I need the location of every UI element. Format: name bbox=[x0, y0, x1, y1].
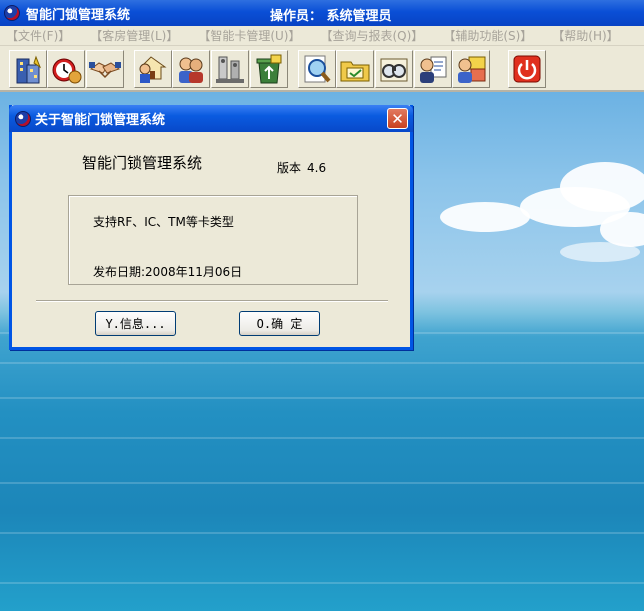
info-group-box: 支持RF、IC、TM等卡类型 发布日期:2008年11月06日 bbox=[68, 195, 358, 285]
close-icon: ✕ bbox=[391, 109, 404, 128]
keys-icon bbox=[216, 56, 244, 83]
toolbar-button-card-folder[interactable] bbox=[336, 50, 374, 88]
about-dialog-title-bar[interactable]: 关于智能门锁管理系统 ✕ bbox=[9, 105, 413, 132]
sea-wave bbox=[0, 362, 644, 364]
toolbar-button-keys[interactable] bbox=[211, 50, 249, 88]
sea-wave bbox=[0, 437, 644, 439]
menu-help[interactable]: 【帮助(H)】 bbox=[552, 27, 618, 44]
toolbar-button-recycle[interactable] bbox=[250, 50, 288, 88]
toolbar-button-user-report[interactable] bbox=[414, 50, 452, 88]
version-label: 版本 bbox=[277, 161, 302, 175]
main-title-bar: 智能门锁管理系统 操作员： 系统管理员 bbox=[0, 0, 644, 26]
alarm-clock-icon bbox=[52, 58, 82, 84]
close-button[interactable]: ✕ bbox=[387, 108, 408, 129]
handshake-icon bbox=[89, 62, 121, 79]
menu-card-management[interactable]: 【智能卡管理(U)】 bbox=[198, 27, 300, 44]
toolbar bbox=[0, 46, 644, 92]
app-name: 智能门锁管理系统 bbox=[82, 154, 203, 172]
search-magnifier-icon bbox=[304, 55, 331, 83]
toolbar-button-exit[interactable] bbox=[508, 50, 546, 88]
app-logo-icon bbox=[4, 5, 20, 21]
menu-room-management[interactable]: 【客房管理(L)】 bbox=[90, 27, 178, 44]
toolbar-button-user-card[interactable] bbox=[452, 50, 490, 88]
about-dialog-title: 关于智能门锁管理系统 bbox=[35, 113, 166, 128]
operator-label: 操作员： 系统管理员 bbox=[270, 9, 392, 24]
two-users-icon bbox=[179, 57, 203, 83]
card-folder-icon bbox=[340, 61, 370, 82]
sea-wave bbox=[0, 532, 644, 534]
main-window-title: 智能门锁管理系统 bbox=[26, 7, 131, 23]
cloud bbox=[440, 202, 530, 232]
recycle-icon bbox=[256, 54, 282, 84]
cloud bbox=[560, 242, 640, 262]
app-logo-icon bbox=[15, 110, 31, 127]
power-exit-icon bbox=[513, 55, 541, 83]
about-dialog: 关于智能门锁管理系统 ✕ 智能门锁管理系统 版本 4.6 支持RF、IC、TM等卡… bbox=[9, 105, 413, 350]
menu-file[interactable]: 【文件(F)】 bbox=[6, 27, 70, 44]
version-info: 版本 4.6 bbox=[277, 159, 326, 176]
release-date-text: 发布日期:2008年11月06日 bbox=[93, 265, 243, 279]
sea-wave bbox=[0, 482, 644, 484]
binoculars-icon bbox=[380, 58, 408, 82]
menu-query-reports[interactable]: 【查询与报表(Q)】 bbox=[321, 27, 424, 44]
toolbar-button-search[interactable] bbox=[298, 50, 336, 88]
toolbar-button-guest-house[interactable] bbox=[134, 50, 172, 88]
toolbar-button-building[interactable] bbox=[9, 50, 47, 88]
version-value: 4.6 bbox=[307, 161, 327, 175]
supported-cards-text: 支持RF、IC、TM等卡类型 bbox=[93, 215, 234, 229]
toolbar-button-two-users[interactable] bbox=[172, 50, 210, 88]
building-icon bbox=[16, 55, 42, 84]
separator-line bbox=[36, 300, 388, 302]
user-report-icon bbox=[420, 56, 447, 83]
sea-wave bbox=[0, 582, 644, 584]
user-card-icon bbox=[458, 56, 486, 83]
toolbar-button-handshake[interactable] bbox=[86, 50, 124, 88]
sea-wave bbox=[0, 397, 644, 399]
toolbar-button-binoculars[interactable] bbox=[375, 50, 413, 88]
ok-button[interactable]: O.确 定 bbox=[239, 311, 320, 336]
info-button[interactable]: Y.信息... bbox=[95, 311, 176, 336]
guest-house-icon bbox=[139, 56, 167, 83]
menu-bar: 【文件(F)】 【客房管理(L)】 【智能卡管理(U)】 【查询与报表(Q)】 … bbox=[0, 26, 644, 46]
menu-auxiliary[interactable]: 【辅助功能(S)】 bbox=[443, 27, 532, 44]
toolbar-button-alarm-clock[interactable] bbox=[47, 50, 85, 88]
about-dialog-body: 智能门锁管理系统 版本 4.6 支持RF、IC、TM等卡类型 发布日期:2008年… bbox=[12, 132, 410, 347]
